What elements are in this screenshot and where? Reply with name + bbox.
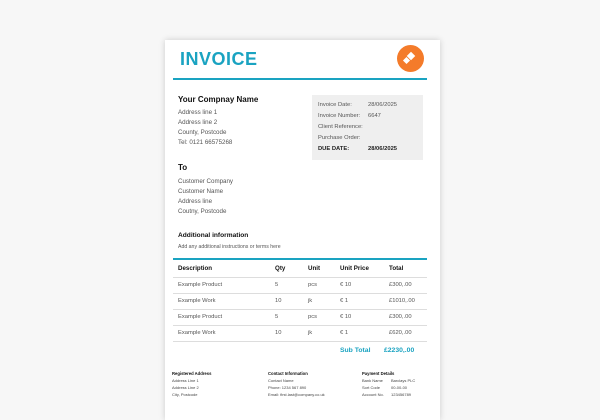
registered-address-heading: Registered Address — [172, 371, 212, 376]
address-line: Address line 2 — [178, 119, 218, 126]
row-unit: pcs — [308, 282, 318, 288]
row-divider — [173, 325, 427, 326]
row-description: Example Work — [178, 330, 216, 336]
address-phone: Tel: 0121 66575268 — [178, 139, 233, 146]
invoice-number-value: 6647 — [368, 113, 381, 119]
company-name: Your Compnay Name — [178, 95, 259, 104]
registered-line: Address Line 2 — [172, 385, 199, 390]
row-description: Example Product — [178, 282, 223, 288]
row-qty: 5 — [275, 282, 279, 288]
col-header-qty: Qty — [275, 265, 286, 272]
row-total: £620,.00 — [389, 330, 412, 336]
orange-circle-logo-icon — [397, 45, 424, 72]
invoice-number-row: Invoice Number: 6647 — [318, 113, 381, 119]
invoice-number-label: Invoice Number: — [318, 113, 361, 119]
payment-details-heading: Payment Details — [362, 371, 395, 376]
row-divider — [173, 341, 427, 342]
client-reference-label: Client Reference: — [318, 124, 363, 130]
col-header-unit-price: Unit Price — [340, 265, 369, 272]
row-divider — [173, 293, 427, 294]
address-line: Address line 1 — [178, 109, 218, 116]
payment-label: Sort Code — [362, 385, 381, 390]
company-address: Address line 1 Address line 2 County, Po… — [178, 108, 232, 148]
address-line: County, Postcode — [178, 129, 227, 136]
row-unit-price: € 10 — [340, 314, 352, 320]
contact-line: Contact Name — [268, 378, 294, 383]
customer-line: Coutny, Postcode — [178, 208, 227, 215]
additional-info-heading: Additional information — [178, 232, 249, 239]
row-unit-price: € 10 — [340, 282, 352, 288]
customer-line: Address line — [178, 198, 213, 205]
contact-line: Phone: 1234 567 890 — [268, 385, 307, 390]
row-unit-price: € 1 — [340, 330, 349, 336]
col-header-unit: Unit — [308, 265, 321, 272]
invoice-date-row: Invoice Date: 28/06/2025 — [318, 102, 397, 108]
payment-label: Bank Name — [362, 378, 383, 383]
row-unit-price: € 1 — [340, 298, 349, 304]
row-total: £300,.00 — [389, 314, 412, 320]
row-total: £300,.00 — [389, 282, 412, 288]
client-reference-row: Client Reference: — [318, 124, 368, 130]
contact-line: Email: first.last@company.co.uk — [268, 392, 325, 397]
row-unit: jk — [308, 298, 313, 304]
row-unit: jk — [308, 330, 313, 336]
row-total: £1010,.00 — [389, 298, 415, 304]
row-description: Example Product — [178, 314, 223, 320]
table-header-divider — [173, 277, 427, 278]
col-header-description: Description — [178, 265, 213, 272]
due-date-value: 28/06/2025 — [368, 146, 398, 152]
due-date-row: DUE DATE: 28/06/2025 — [318, 146, 397, 152]
subtotal-value: £2230,.00 — [384, 347, 415, 354]
customer-line: Customer Name — [178, 188, 224, 195]
invoice-title: INVOICE — [180, 49, 258, 69]
row-divider — [173, 309, 427, 310]
purchase-order-row: Purchase Order: — [318, 135, 368, 141]
row-unit: pcs — [308, 314, 318, 320]
invoice-info-box: Invoice Date: 28/06/2025 Invoice Number: 6… — [312, 95, 423, 160]
row-description: Example Work — [178, 298, 216, 304]
registered-line: City, Postcode — [172, 392, 198, 397]
registered-line: Address Line 1 — [172, 378, 199, 383]
contact-info-heading: Contact Information — [268, 371, 308, 376]
invoice-date-value: 28/06/2025 — [368, 102, 398, 108]
col-header-total: Total — [389, 265, 404, 272]
additional-info-text: Add any additional instructions or terms… — [178, 244, 281, 250]
row-qty: 10 — [275, 298, 282, 304]
invoice-page: INVOICE Your Compnay Name Address line 1… — [165, 40, 440, 420]
row-qty: 5 — [275, 314, 279, 320]
subtotal-label: Sub Total — [340, 347, 371, 354]
purchase-order-label: Purchase Order: — [318, 135, 361, 141]
payment-value: Barclays PLC — [391, 378, 416, 383]
customer-address: Customer Company Customer Name Address l… — [178, 177, 233, 217]
invoice-date-label: Invoice Date: — [318, 102, 352, 108]
row-qty: 10 — [275, 330, 282, 336]
table-top-divider — [173, 258, 427, 260]
payment-value: 123456789 — [391, 392, 412, 397]
payment-value: 00-00-00 — [391, 385, 408, 390]
customer-line: Customer Company — [178, 178, 234, 185]
header-divider — [173, 78, 427, 80]
payment-label: Account No. — [362, 392, 384, 397]
to-heading: To — [178, 163, 188, 172]
due-date-label: DUE DATE: — [318, 146, 350, 152]
